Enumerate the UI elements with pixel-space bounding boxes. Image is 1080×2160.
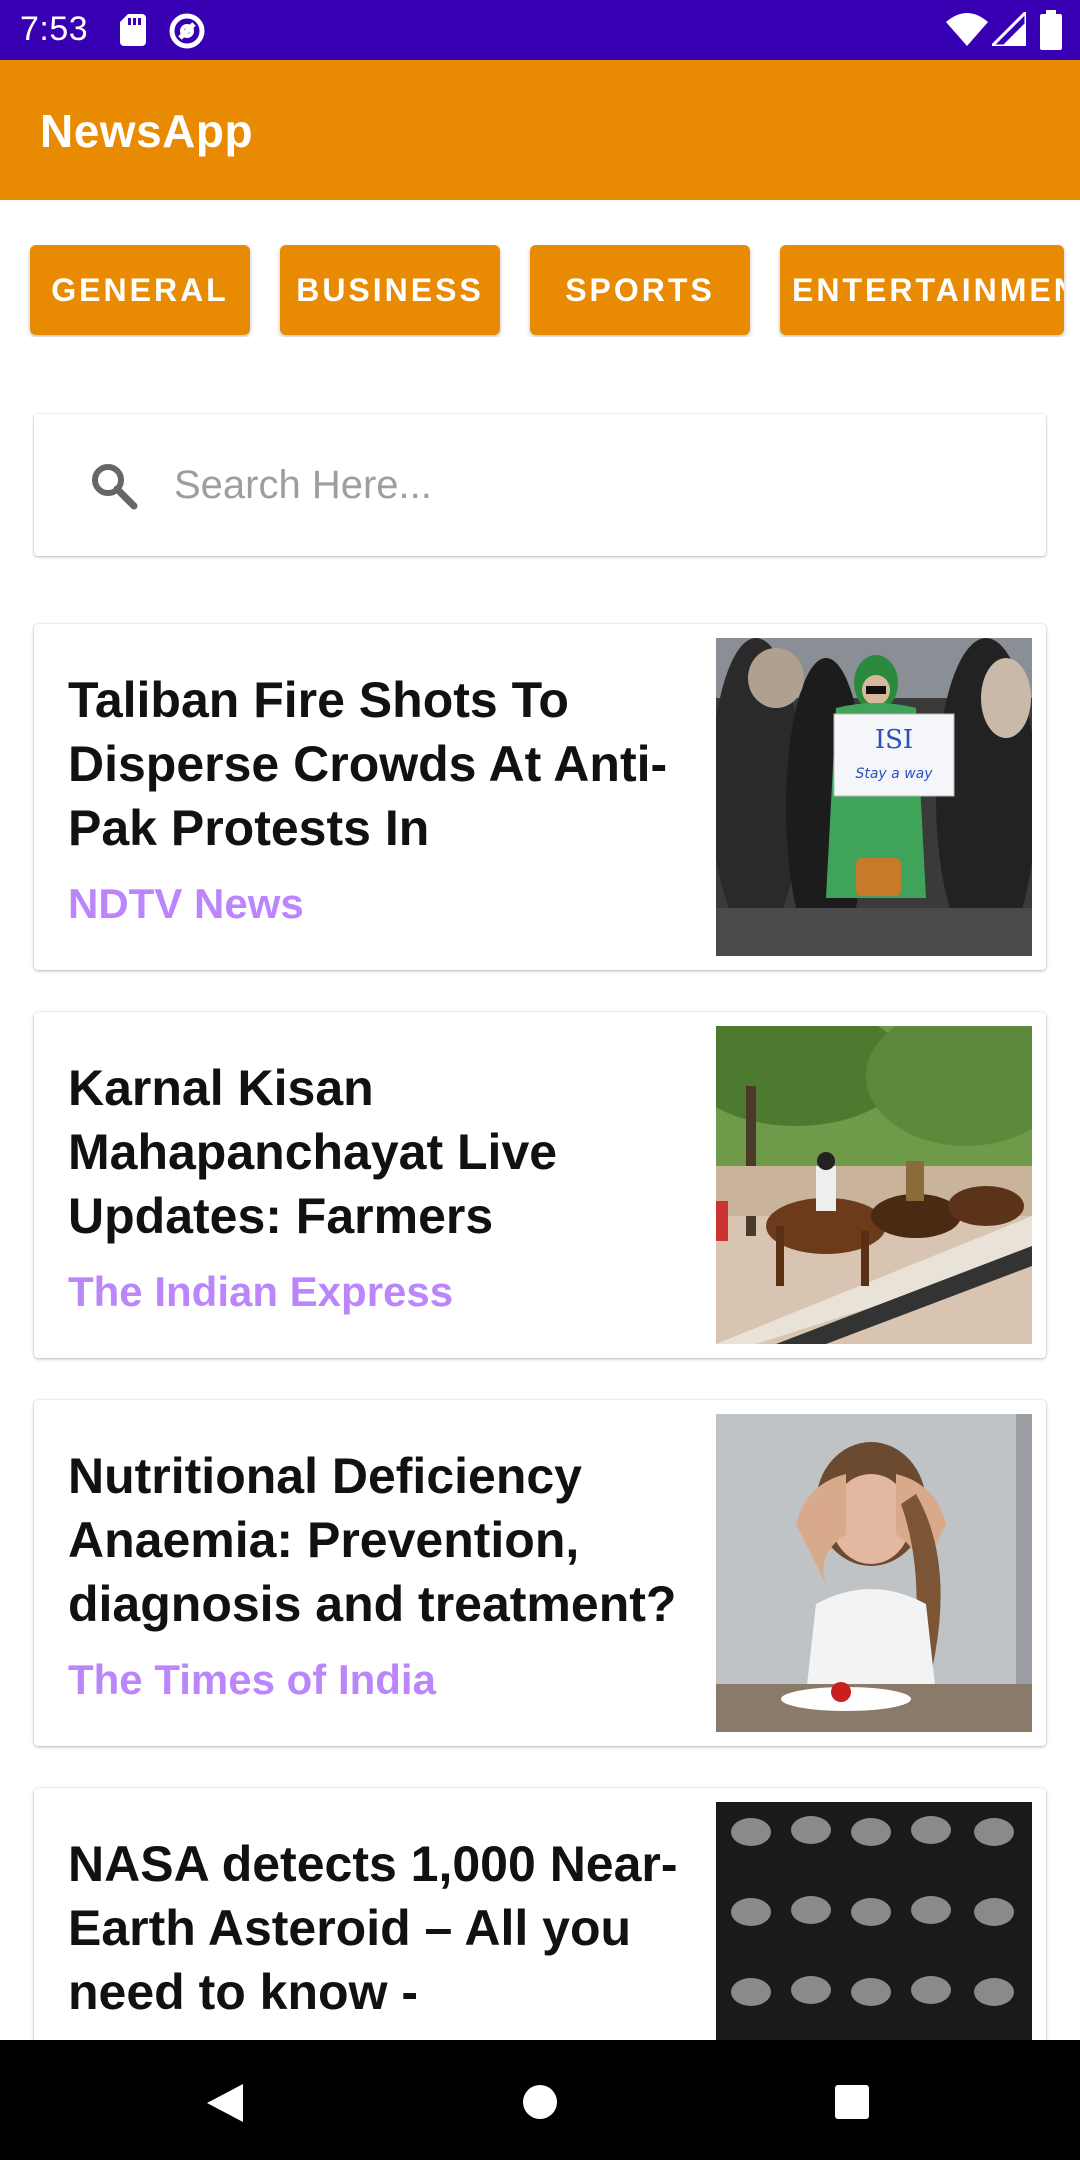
search-box[interactable] [34,414,1046,556]
status-bar: 7:53 [0,0,1080,60]
home-icon[interactable] [522,2084,558,2120]
sign-text-stay-away: Stay a way [855,766,933,782]
at-sign-icon [169,13,205,49]
news-thumbnail-protest: ISI Stay a way [716,638,1032,956]
news-source: The Times of India [68,1656,436,1703]
system-nav-bar [0,2040,1080,2160]
search-input[interactable] [174,448,1004,522]
news-thumbnail-woman [716,1414,1032,1732]
sd-card-icon [120,14,146,46]
signal-icon [992,12,1026,46]
news-card[interactable]: Taliban Fire Shots To Disperse Crowds At… [34,624,1046,970]
news-source: NDTV News [68,880,304,927]
search-icon [92,464,138,510]
news-app-screen: 7:53 NewsApp GENERAL BUSINESS SPORTS ENT… [0,0,1080,2160]
news-title: Taliban Fire Shots To Disperse Crowds At… [68,672,668,856]
sign-text-isi: ISI [875,725,913,755]
category-sports-button[interactable]: SPORTS [530,245,750,335]
news-title: Nutritional Deficiency Anaemia: Preventi… [68,1448,677,1632]
category-business-button[interactable]: BUSINESS [280,245,500,335]
app-title: NewsApp [40,105,254,157]
news-card[interactable]: Nutritional Deficiency Anaemia: Preventi… [34,1400,1046,1746]
news-title: Karnal Kisan Mahapanchayat Live Updates:… [68,1060,558,1244]
category-general-button[interactable]: GENERAL [30,245,250,335]
wifi-icon [946,13,988,46]
app-bar: NewsApp [0,60,1080,200]
recents-icon[interactable] [834,2084,870,2120]
status-time: 7:53 [20,10,89,48]
news-title: NASA detects 1,000 Near-Earth Asteroid –… [68,1836,678,2020]
category-row: GENERAL BUSINESS SPORTS ENTERTAINMENT [0,245,1080,337]
news-thumbnail-horses [716,1026,1032,1344]
news-card[interactable]: Karnal Kisan Mahapanchayat Live Updates:… [34,1012,1046,1358]
category-entertainment-button[interactable]: ENTERTAINMENT [780,245,1064,335]
news-source: The Indian Express [68,1268,454,1315]
back-icon[interactable] [205,2082,245,2124]
battery-icon [1040,10,1062,50]
